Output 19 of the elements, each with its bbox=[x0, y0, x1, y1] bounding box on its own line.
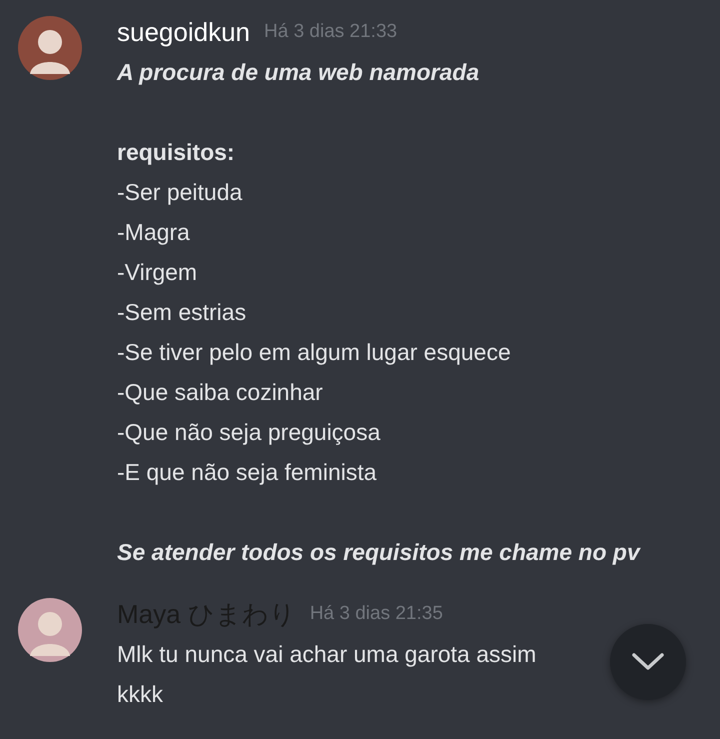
message-text: A procura de uma web namorada bbox=[117, 58, 480, 87]
message-text: -Sem estrias bbox=[117, 298, 248, 327]
message-text: Se atender todos os requisitos me chame no pv bbox=[117, 538, 640, 567]
message-text: -Virgem bbox=[117, 258, 198, 287]
message-text: -Se tiver pelo em algum lugar esquece bbox=[117, 338, 512, 367]
chevron-down-icon bbox=[631, 652, 665, 672]
timestamp: Há 3 dias 21:33 bbox=[264, 21, 398, 43]
avatar[interactable] bbox=[18, 598, 82, 662]
message-text: -Que saiba cozinhar bbox=[117, 378, 324, 407]
message-text: requisitos: bbox=[117, 138, 236, 167]
username[interactable]: suegoidkun bbox=[117, 16, 250, 48]
message-text: kkkk bbox=[117, 680, 164, 709]
timestamp: Há 3 dias 21:35 bbox=[310, 603, 443, 625]
message-text: -Ser peituda bbox=[117, 178, 244, 207]
message-text: -E que não seja feminista bbox=[117, 458, 378, 487]
avatar[interactable] bbox=[18, 16, 82, 80]
message-text: Mlk tu nunca vai achar uma garota assim bbox=[117, 640, 536, 669]
message-text: -Magra bbox=[117, 218, 191, 247]
message-text: -Que não seja preguiçosa bbox=[117, 418, 382, 447]
